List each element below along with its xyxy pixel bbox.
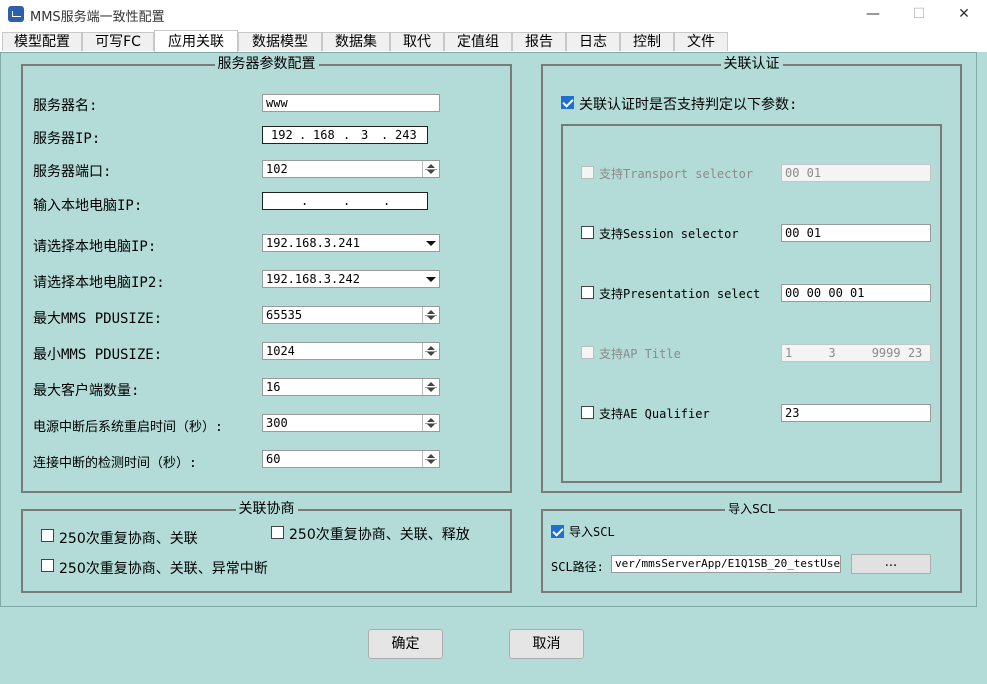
negotiation-opt3-label: 250次重复协商、关联、异常中断 (59, 561, 268, 577)
import-scl-label: 导入SCL (569, 525, 615, 539)
negotiation-opt3-checkbox[interactable] (41, 559, 54, 572)
session-selector-input[interactable]: 00 01 (781, 224, 931, 242)
window-title: MMS服务端一致性配置 (30, 10, 165, 25)
ip-octet-3[interactable]: 3 (361, 127, 368, 143)
negotiation-group: 关联协商 (21, 501, 512, 593)
scl-path-input[interactable]: ver/mmsServerApp/E1Q1SB_20_testUse.icd (611, 555, 841, 573)
select-ip2-label: 请选择本地电脑IP2: (33, 275, 165, 291)
max-clients-spinner[interactable]: 16 (262, 378, 440, 396)
server-name-input[interactable]: www (262, 94, 440, 112)
negotiation-opt2-checkbox[interactable] (271, 526, 284, 539)
tab-log[interactable]: 日志 (566, 32, 620, 51)
ae-qualifier-label: 支持AE Qualifier (599, 407, 710, 421)
import-scl-group: 导入SCL (541, 502, 962, 593)
server-name-label: 服务器名: (33, 98, 98, 114)
max-clients-label: 最大客户端数量: (33, 383, 140, 399)
spinner-arrows-icon[interactable] (422, 451, 439, 467)
max-pdu-label: 最大MMS PDUSIZE: (33, 311, 163, 327)
ip-octet-2[interactable]: 168 (313, 127, 335, 143)
transport-selector-checkbox[interactable] (581, 166, 594, 179)
cancel-button[interactable]: 取消 (509, 629, 584, 659)
restart-time-spinner[interactable]: 300 (262, 414, 440, 432)
tab-data-model[interactable]: 数据模型 (238, 32, 322, 51)
server-port-spinner[interactable]: 102 (262, 160, 440, 178)
presentation-selector-input[interactable]: 00 00 00 01 (781, 284, 931, 302)
presentation-selector-checkbox[interactable] (581, 286, 594, 299)
close-button[interactable]: ✕ (941, 0, 987, 30)
local-ip-label: 输入本地电脑IP: (33, 198, 143, 214)
scl-path-label: SCL路径: (551, 560, 604, 574)
restart-time-label: 电源中断后系统重启时间（秒）: (33, 420, 223, 435)
spinner-arrows-icon[interactable] (422, 379, 439, 395)
ap-title-input[interactable]: 1 3 9999 23 (781, 344, 931, 362)
detect-time-label: 连接中断的检测时间（秒）: (33, 456, 197, 471)
negotiation-opt2-label: 250次重复协商、关联、释放 (289, 527, 470, 543)
tab-app-association[interactable]: 应用关联 (154, 30, 238, 52)
ap-title-checkbox[interactable] (581, 346, 594, 359)
spinner-arrows-icon[interactable] (422, 307, 439, 323)
import-scl-checkbox[interactable] (551, 525, 564, 538)
spinner-arrows-icon[interactable] (422, 161, 439, 177)
browse-button[interactable]: ... (851, 554, 931, 574)
tab-bar: 模型配置 可写FC 应用关联 数据模型 数据集 取代 定值组 报告 日志 控制 … (0, 30, 987, 52)
assoc-auth-label: 关联认证时是否支持判定以下参数: (579, 97, 798, 113)
title-bar: MMS服务端一致性配置 — ☐ ✕ (0, 0, 987, 30)
negotiation-opt1-checkbox[interactable] (41, 529, 54, 542)
tab-file[interactable]: 文件 (674, 32, 728, 51)
chevron-down-icon[interactable] (423, 235, 439, 251)
ae-qualifier-checkbox[interactable] (581, 406, 594, 419)
local-ip-input[interactable]: . . . (262, 192, 428, 210)
tab-model-config[interactable]: 模型配置 (2, 32, 82, 51)
tab-substitute[interactable]: 取代 (390, 32, 444, 51)
assoc-auth-checkbox[interactable] (561, 96, 574, 109)
tab-setting-group[interactable]: 定值组 (444, 32, 512, 51)
select-ip-dropdown[interactable]: 192.168.3.241 (262, 234, 440, 252)
ip-octet-4[interactable]: 243 (395, 127, 417, 143)
tab-writable-fc[interactable]: 可写FC (82, 32, 154, 51)
maximize-button[interactable]: ☐ (896, 0, 942, 30)
chevron-down-icon[interactable] (423, 271, 439, 287)
server-ip-input[interactable]: 192 . 168 . 3 . 243 (262, 126, 428, 144)
ip-octet-1[interactable]: 192 (271, 127, 293, 143)
import-scl-title: 导入SCL (725, 502, 778, 516)
min-pdu-spinner[interactable]: 1024 (262, 342, 440, 360)
assoc-auth-title: 关联认证 (720, 56, 783, 72)
server-ip-label: 服务器IP: (33, 131, 101, 147)
ok-button[interactable]: 确定 (368, 629, 443, 659)
negotiation-opt1-label: 250次重复协商、关联 (59, 531, 198, 547)
transport-selector-label: 支持Transport selector (599, 167, 754, 181)
spinner-arrows-icon[interactable] (422, 343, 439, 359)
server-params-title: 服务器参数配置 (214, 56, 319, 72)
tab-control[interactable]: 控制 (620, 32, 674, 51)
tab-report[interactable]: 报告 (512, 32, 566, 51)
app-icon (8, 6, 24, 22)
session-selector-label: 支持Session selector (599, 227, 739, 241)
min-pdu-label: 最小MMS PDUSIZE: (33, 347, 163, 363)
minimize-button[interactable]: — (850, 0, 896, 30)
session-selector-checkbox[interactable] (581, 226, 594, 239)
ap-title-label: 支持AP Title (599, 347, 681, 361)
max-pdu-spinner[interactable]: 65535 (262, 306, 440, 324)
negotiation-title: 关联协商 (235, 501, 298, 517)
tab-dataset[interactable]: 数据集 (322, 32, 390, 51)
ae-qualifier-input[interactable]: 23 (781, 404, 931, 422)
select-ip2-dropdown[interactable]: 192.168.3.242 (262, 270, 440, 288)
transport-selector-input[interactable]: 00 01 (781, 164, 931, 182)
server-port-label: 服务器端口: (33, 164, 112, 180)
spinner-arrows-icon[interactable] (422, 415, 439, 431)
detect-time-spinner[interactable]: 60 (262, 450, 440, 468)
presentation-selector-label: 支持Presentation selector (599, 287, 761, 301)
select-ip-label: 请选择本地电脑IP: (33, 239, 157, 255)
